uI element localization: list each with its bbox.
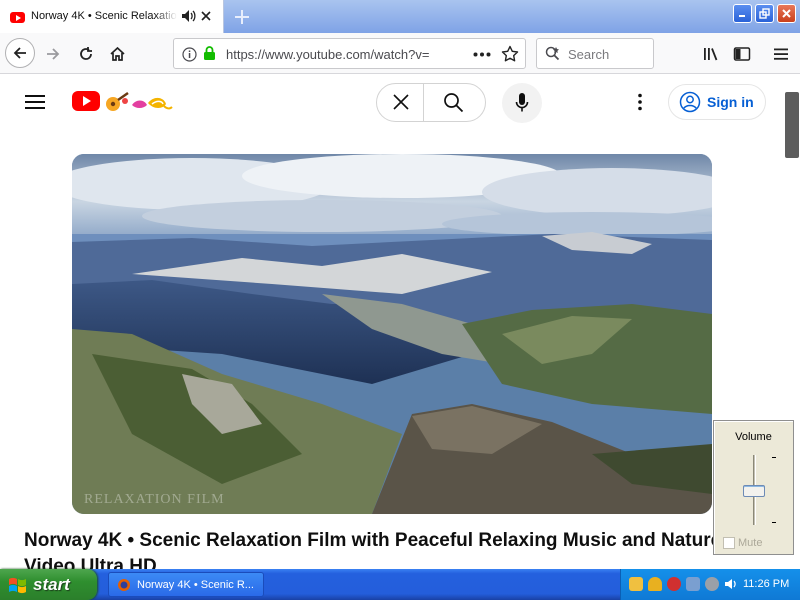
close-window-icon[interactable] <box>777 4 796 23</box>
library-icon <box>704 48 718 61</box>
taskbar-window-button[interactable]: Norway 4K • Scenic R... <box>108 572 264 597</box>
page-actions-icon[interactable] <box>473 52 491 57</box>
volume-tray-icon[interactable] <box>724 577 738 591</box>
info-icon[interactable] <box>182 47 197 62</box>
search-icon[interactable] <box>443 92 464 113</box>
back-arrow-icon <box>13 47 26 59</box>
close-tab-icon[interactable] <box>199 9 213 23</box>
home-button[interactable] <box>104 41 130 67</box>
search-engine-icon <box>545 46 560 61</box>
minimize-icon[interactable] <box>733 4 752 23</box>
microphone-icon <box>515 93 529 112</box>
video-player[interactable]: RELAXATION FILM <box>72 154 712 514</box>
youtube-header: Sign in <box>0 75 800 131</box>
volume-control-popup: Volume Mute <box>713 420 794 555</box>
sign-in-button[interactable]: Sign in <box>668 84 766 120</box>
sidebar-icon <box>733 47 751 61</box>
youtube-favicon-icon <box>10 12 25 23</box>
back-button[interactable] <box>5 38 35 68</box>
security-alert-icon[interactable] <box>667 577 681 591</box>
voice-search-button[interactable] <box>502 83 542 123</box>
settings-kebab-icon[interactable] <box>630 92 650 112</box>
clear-search-icon[interactable] <box>391 92 411 112</box>
home-icon <box>109 46 125 61</box>
search-placeholder: Search <box>568 47 610 62</box>
url-bar[interactable]: https://www.youtube.com/watch?v= <box>173 38 526 69</box>
reload-button[interactable] <box>73 41 99 67</box>
tab-title: Norway 4K • Scenic Relaxation Film with … <box>31 10 177 22</box>
search-divider <box>423 84 424 121</box>
shield-icon[interactable] <box>648 577 662 591</box>
menu-button[interactable] <box>768 41 794 67</box>
taskbar: start Norway 4K • Scenic R... 11:26 PM <box>0 569 800 600</box>
display-icon[interactable] <box>686 577 700 591</box>
youtube-search-bar[interactable] <box>376 83 486 122</box>
sidebar-button[interactable] <box>729 41 755 67</box>
restore-icon[interactable] <box>755 4 774 23</box>
youtube-doodle-icon[interactable] <box>102 89 174 115</box>
windows-flag-icon <box>9 577 26 593</box>
speaker-icon[interactable] <box>181 9 197 23</box>
mute-label: Mute <box>738 537 763 549</box>
browser-navbar: https://www.youtube.com/watch?v= Search <box>0 33 800 74</box>
start-button[interactable]: start <box>0 569 97 600</box>
browser-tab-youtube[interactable]: Norway 4K • Scenic Relaxation Film with … <box>0 0 224 33</box>
guide-menu-icon[interactable] <box>24 92 46 112</box>
firefox-icon <box>118 578 130 591</box>
library-button[interactable] <box>698 41 724 67</box>
volume-slider-thumb[interactable] <box>743 485 765 497</box>
volume-label: Volume <box>735 431 772 443</box>
start-label: start <box>33 574 70 594</box>
lock-icon[interactable] <box>203 46 216 61</box>
network-icon[interactable] <box>629 577 643 591</box>
window-controls <box>733 4 796 23</box>
sign-in-label: Sign in <box>707 94 754 110</box>
browser-tab-strip: Norway 4K • Scenic Relaxation Film with … <box>0 0 800 33</box>
hamburger-menu-icon <box>774 48 788 60</box>
new-tab-icon[interactable] <box>231 6 253 28</box>
browser-search-box[interactable]: Search <box>536 38 654 69</box>
system-tray: 11:26 PM <box>620 569 800 600</box>
page-scrollbar-thumb[interactable] <box>785 92 799 158</box>
bookmark-star-icon[interactable] <box>501 45 519 63</box>
youtube-logo-icon[interactable] <box>72 91 100 111</box>
forward-arrow-icon <box>47 48 60 60</box>
volume-tick-marks <box>772 457 776 523</box>
messenger-icon[interactable] <box>705 577 719 591</box>
forward-button[interactable] <box>40 41 66 67</box>
taskbar-window-label: Norway 4K • Scenic R... <box>137 578 254 591</box>
mute-checkbox[interactable] <box>723 537 735 549</box>
account-circle-icon <box>679 91 701 113</box>
url-text: https://www.youtube.com/watch?v= <box>226 47 430 62</box>
reload-icon <box>80 47 92 60</box>
video-watermark: RELAXATION FILM <box>84 492 225 507</box>
video-frame-image <box>72 154 712 514</box>
clock: 11:26 PM <box>743 578 790 590</box>
